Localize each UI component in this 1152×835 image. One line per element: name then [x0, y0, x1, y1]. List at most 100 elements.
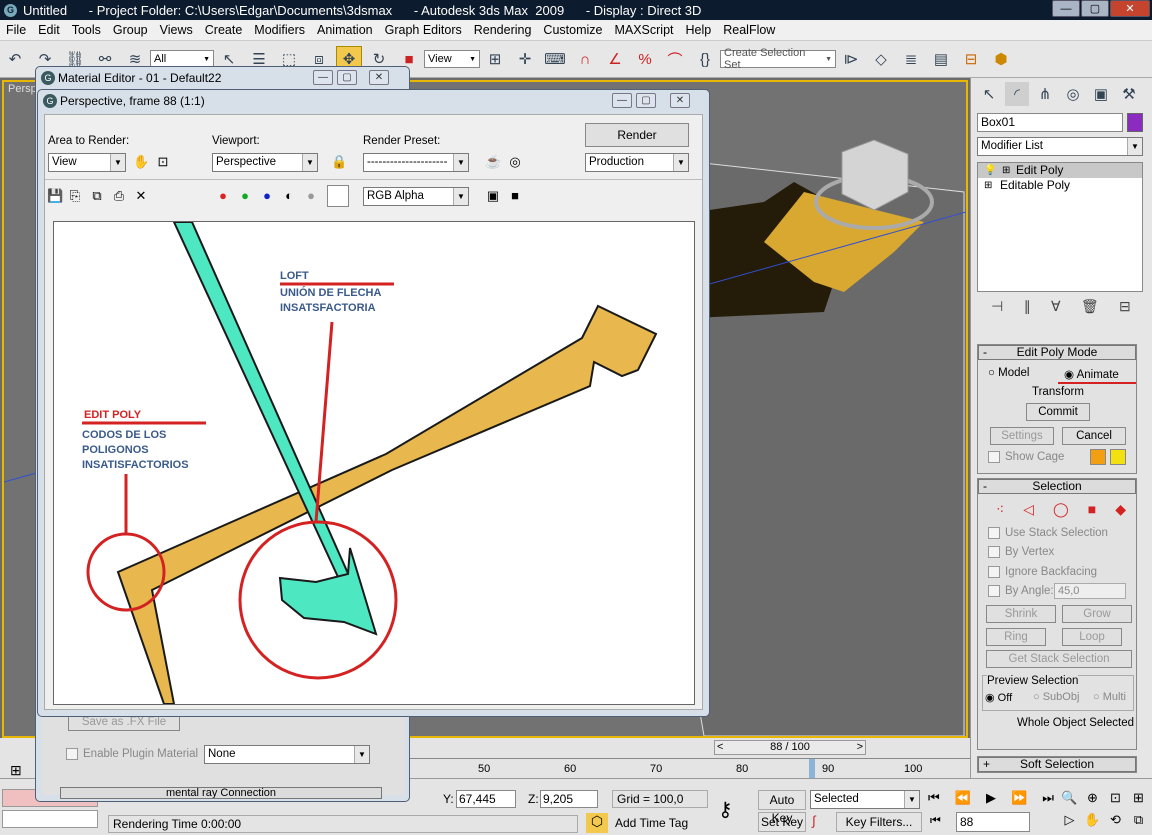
menu-customize[interactable]: Customize	[537, 23, 608, 37]
color-swatch[interactable]	[327, 185, 349, 207]
play-icon[interactable]: ▶	[986, 790, 996, 810]
print-icon[interactable]: ⎙	[111, 188, 127, 204]
rollout-header[interactable]: - Selection	[978, 479, 1136, 494]
prev-key-icon[interactable]: ⏪	[955, 790, 971, 810]
hierarchy-tab-icon[interactable]: ⋔	[1033, 82, 1057, 106]
remove-modifier-icon[interactable]: 🗑	[1081, 298, 1099, 320]
monochrome-icon[interactable]: ●	[303, 188, 319, 204]
zoom-all-icon[interactable]: ⊕	[1081, 790, 1104, 812]
key-mode-toggle-icon[interactable]: ⏮	[930, 813, 941, 828]
utilities-tab-icon[interactable]: ⚒	[1117, 82, 1141, 106]
min-icon[interactable]: —	[612, 93, 632, 108]
commit-button[interactable]: Commit	[1026, 403, 1090, 421]
min-icon[interactable]: —	[313, 70, 333, 85]
zoom-extents-icon[interactable]: ⊡	[1104, 790, 1127, 812]
red-channel-icon[interactable]: ●	[215, 188, 231, 204]
by-angle-checkbox[interactable]: By Angle:	[988, 585, 1054, 597]
zoom-extents-all-icon[interactable]: ⊞	[1127, 790, 1150, 812]
display-tab-icon[interactable]: ▣	[1089, 82, 1113, 106]
menu-animation[interactable]: Animation	[311, 23, 379, 37]
z-coordinate-field[interactable]: 9,205	[540, 790, 598, 808]
by-vertex-checkbox[interactable]: By Vertex	[988, 546, 1054, 558]
pan-icon[interactable]: ✋	[1081, 812, 1104, 834]
auto-key-button[interactable]: Auto Key	[758, 790, 806, 825]
menu-realflow[interactable]: RealFlow	[717, 23, 781, 37]
loop-button[interactable]: Loop	[1062, 628, 1122, 646]
lock-viewport-icon[interactable]: 🔒	[331, 154, 347, 170]
zoom-icon[interactable]: 🔍	[1058, 790, 1081, 812]
area-to-render-dropdown[interactable]: View	[48, 153, 126, 172]
menu-create[interactable]: Create	[199, 23, 249, 37]
display-channel-dropdown[interactable]: RGB Alpha	[363, 187, 469, 206]
maxscript-input-field[interactable]	[2, 810, 98, 828]
mirror-icon[interactable]: ⧐	[838, 46, 864, 72]
get-stack-selection-button[interactable]: Get Stack Selection	[986, 650, 1132, 668]
cancel-button[interactable]: Cancel	[1062, 427, 1126, 445]
render-window-titlebar[interactable]: G Perspective, frame 88 (1:1) — ▢ ✕	[38, 90, 709, 112]
spinner-snap-icon[interactable]: ⌒	[662, 46, 688, 72]
configure-sets-icon[interactable]: ⊟	[1119, 298, 1131, 320]
menu-help[interactable]: Help	[680, 23, 718, 37]
material-editor-icon[interactable]: ⬢	[988, 46, 1014, 72]
render-button[interactable]: Render	[585, 123, 689, 147]
show-cage-checkbox[interactable]: Show Cage	[988, 451, 1064, 463]
menu-tools[interactable]: Tools	[66, 23, 107, 37]
track-bar[interactable]: 50 60 70 80 90 100	[410, 758, 970, 779]
set-key-button[interactable]: Set Key	[758, 812, 806, 832]
clone-window-icon[interactable]: ⧉	[89, 188, 105, 204]
keyboard-shortcut-icon[interactable]: ⌨	[542, 46, 568, 72]
y-coordinate-field[interactable]: 67,445	[456, 790, 516, 808]
stack-item-editable-poly[interactable]: ⊞ Editable Poly	[978, 178, 1142, 193]
toggle-ui-overlay-icon[interactable]: ▣	[485, 188, 501, 204]
border-icon[interactable]: ◯	[1053, 501, 1069, 518]
stack-item-edit-poly[interactable]: 💡 ⊞ Edit Poly	[978, 163, 1142, 178]
next-key-icon[interactable]: ⏩	[1011, 790, 1027, 810]
restore-icon[interactable]: ▢	[636, 93, 656, 108]
cage-color-swatch[interactable]	[1090, 449, 1106, 465]
environment-icon[interactable]: ◎	[507, 154, 523, 170]
key-mode-icon[interactable]: ⚷	[718, 797, 733, 822]
alpha-channel-icon[interactable]: ◐	[281, 188, 297, 204]
add-time-tag-button[interactable]: Add Time Tag	[612, 815, 708, 833]
undo-icon[interactable]: ↶	[2, 46, 28, 72]
preview-subobj-radio[interactable]: ○ SubObj	[1033, 691, 1079, 703]
close-button[interactable]: ✕	[1110, 0, 1150, 17]
mini-listener-icon[interactable]: ⊞	[10, 762, 22, 779]
named-selection-set-dropdown[interactable]: Create Selection Set	[720, 47, 836, 71]
maximize-viewport-icon[interactable]: ⧉	[1127, 812, 1150, 834]
save-image-icon[interactable]: 💾	[47, 188, 63, 204]
current-frame-marker[interactable]	[809, 759, 815, 779]
use-stack-selection-checkbox[interactable]: Use Stack Selection	[988, 527, 1108, 539]
settings-button[interactable]: Settings	[990, 427, 1054, 445]
current-frame-field[interactable]: 88	[956, 812, 1030, 832]
show-end-result-icon[interactable]: ∥	[1024, 298, 1031, 320]
select-manipulate-icon[interactable]: ✛	[512, 46, 538, 72]
pin-stack-icon[interactable]: ⊣	[991, 298, 1003, 320]
model-radio[interactable]: ○ Model	[988, 367, 1029, 379]
default-tangent-icon[interactable]: ∫	[812, 813, 832, 831]
pivot-center-icon[interactable]: ⊞	[482, 46, 508, 72]
motion-tab-icon[interactable]: ◎	[1061, 82, 1085, 106]
cage-selected-color-swatch[interactable]	[1110, 449, 1126, 465]
polygon-icon[interactable]: ■	[1088, 501, 1096, 518]
go-to-end-icon[interactable]: ⏭	[1042, 790, 1054, 810]
grow-button[interactable]: Grow	[1062, 605, 1132, 623]
menu-views[interactable]: Views	[154, 23, 199, 37]
prev-frame-icon[interactable]: <	[717, 741, 723, 754]
curve-editor-icon[interactable]: ▤	[928, 46, 954, 72]
time-tag-icon[interactable]: ⬡	[586, 813, 608, 833]
enable-plugin-checkbox[interactable]: Enable Plugin Material	[66, 748, 198, 760]
rollout-header[interactable]: + Soft Selection	[978, 757, 1136, 772]
orbit-icon[interactable]: ⟲	[1104, 812, 1127, 834]
edit-region-icon[interactable]: ✋	[133, 154, 149, 170]
modify-tab-icon[interactable]: ◜	[1005, 82, 1029, 106]
percent-snap-icon[interactable]: %	[632, 46, 658, 72]
menu-group[interactable]: Group	[107, 23, 154, 37]
plugin-material-dropdown[interactable]: None	[204, 745, 370, 764]
lightbulb-icon[interactable]: 💡	[984, 163, 996, 178]
field-of-view-icon[interactable]: ▷	[1058, 812, 1081, 834]
maximize-button[interactable]: ▢	[1081, 0, 1109, 17]
render-preset-dropdown[interactable]: ---------------------	[363, 153, 469, 172]
angle-snap-icon[interactable]: ∠	[602, 46, 628, 72]
angle-spinner[interactable]: 45,0	[1054, 583, 1126, 599]
